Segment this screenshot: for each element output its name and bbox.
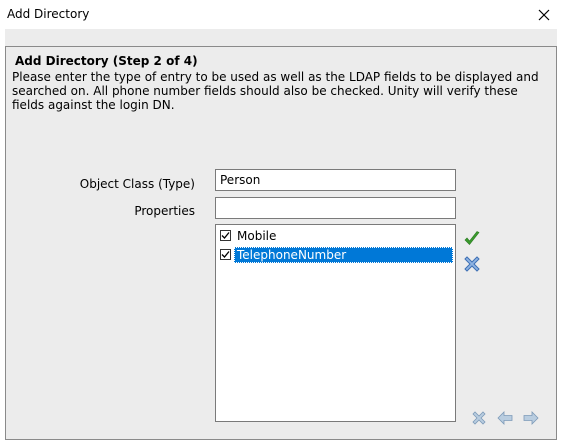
property-label: TelephoneNumber	[234, 246, 453, 263]
property-checkbox[interactable]	[220, 249, 231, 260]
step-heading: Add Directory (Step 2 of 4)	[15, 54, 198, 68]
back-button[interactable]	[496, 410, 514, 426]
property-checkbox[interactable]	[220, 230, 231, 241]
property-label: Mobile	[237, 228, 277, 243]
close-icon	[538, 9, 550, 20]
properties-input[interactable]	[215, 197, 456, 219]
add-property-button[interactable]	[462, 229, 482, 249]
list-item[interactable]: Mobile	[218, 227, 453, 244]
green-check-icon	[464, 231, 480, 245]
window-title: Add Directory	[7, 7, 90, 21]
checkmark-icon	[221, 232, 230, 239]
properties-list[interactable]: Mobile TelephoneNumber	[215, 224, 456, 422]
title-bar[interactable]: Add Directory	[0, 0, 564, 29]
next-arrow-icon	[523, 411, 539, 425]
checkmark-icon	[221, 251, 230, 258]
panel-header-area	[5, 29, 557, 47]
properties-label: Properties	[134, 204, 195, 218]
object-class-label: Object Class (Type)	[79, 177, 195, 191]
back-arrow-icon	[497, 411, 513, 425]
object-class-input[interactable]	[215, 169, 456, 191]
close-button[interactable]	[524, 0, 564, 29]
remove-property-button[interactable]	[462, 254, 482, 274]
next-button[interactable]	[522, 410, 540, 426]
blue-x-icon	[464, 256, 480, 272]
list-item[interactable]: TelephoneNumber	[218, 246, 453, 263]
step-description: Please enter the type of entry to be use…	[12, 70, 539, 112]
add-directory-window: Add Directory Add Directory (Step 2 of 4…	[0, 0, 564, 447]
cancel-icon	[472, 411, 486, 425]
cancel-button[interactable]	[470, 410, 488, 426]
